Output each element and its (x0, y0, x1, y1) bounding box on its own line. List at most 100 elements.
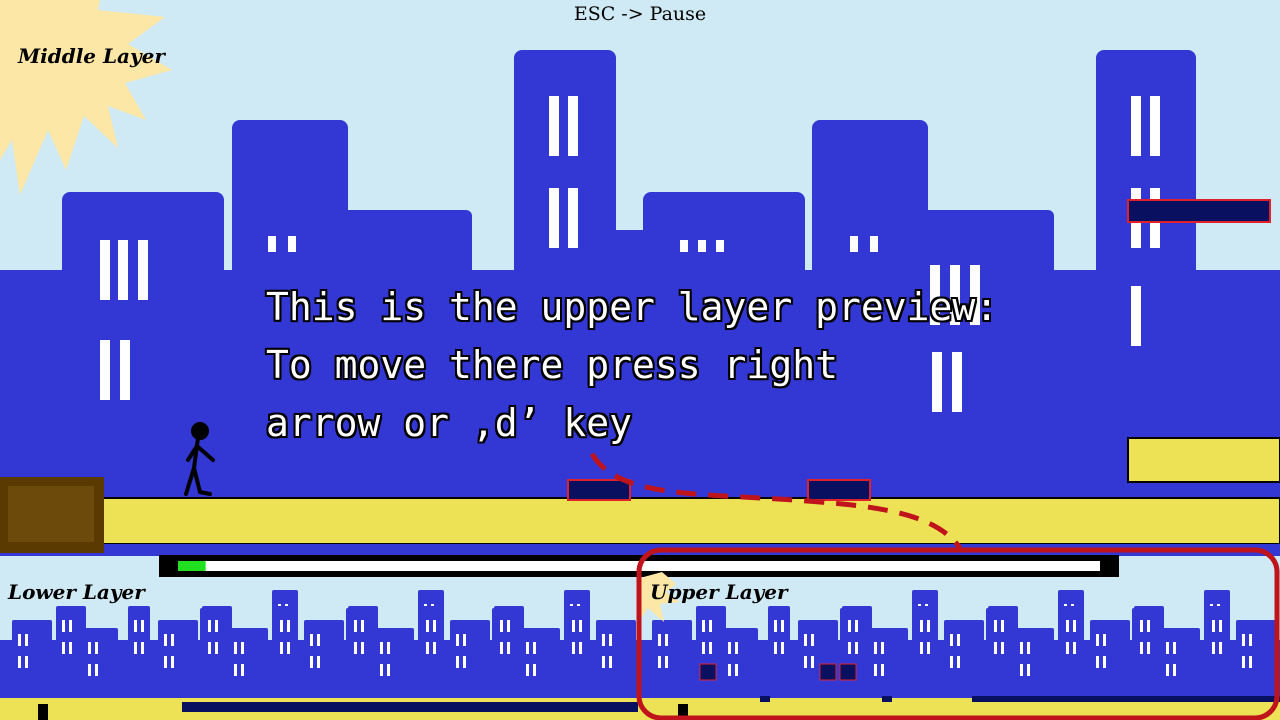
ground-strip (0, 497, 1280, 545)
upper-preview-window (1249, 656, 1252, 668)
upper-preview-window (728, 642, 731, 654)
lower-preview-window (500, 620, 503, 632)
lower-preview-window (579, 620, 582, 632)
lower-preview-window (134, 642, 137, 654)
upper-preview-window (728, 664, 731, 676)
lower-preview-window (609, 634, 612, 646)
lower-preview-window (500, 642, 503, 654)
upper-preview-platform (972, 696, 1280, 702)
upper-preview-window (735, 664, 738, 676)
upper-preview-window (804, 656, 807, 668)
upper-preview-window (1073, 642, 1076, 654)
lower-preview-building (420, 606, 442, 698)
upper-preview-window (1066, 620, 1069, 632)
upper-preview-building (1014, 628, 1050, 698)
upper-preview-window (1173, 642, 1176, 654)
pause-hint: ESC -> Pause (573, 3, 707, 25)
upper-preview-block-1 (699, 663, 717, 681)
lower-preview-building (374, 628, 410, 698)
lower-preview-window (88, 642, 91, 654)
lower-layer-label: Lower Layer (8, 580, 145, 604)
upper-preview-window (774, 642, 777, 654)
middle-layer-label: Middle Layer (18, 44, 165, 68)
ground-block-2 (807, 479, 871, 501)
lower-preview-window (456, 634, 459, 646)
upper-preview-window (848, 642, 851, 654)
lower-preview-window (18, 656, 21, 668)
upper-preview-building (1060, 606, 1082, 698)
lower-preview-window (95, 642, 98, 654)
upper-preview-window (950, 634, 953, 646)
upper-preview-window (1096, 634, 1099, 646)
lower-preview-window (141, 642, 144, 654)
lower-preview-window (69, 620, 72, 632)
lower-preview-player-marker (38, 704, 48, 720)
upper-preview-window (920, 620, 923, 632)
upper-preview-window (665, 634, 668, 646)
lower-preview-window (95, 664, 98, 676)
lower-preview-building (566, 606, 588, 698)
lower-preview-window (208, 620, 211, 632)
upper-preview-window (874, 642, 877, 654)
lower-preview-window (69, 642, 72, 654)
lower-preview-window (572, 642, 575, 654)
upper-preview-window (1140, 620, 1143, 632)
lower-preview-window (18, 634, 21, 646)
upper-preview-window (920, 642, 923, 654)
upper-preview-window (811, 656, 814, 668)
upper-preview-window (702, 642, 705, 654)
lower-preview-window (62, 642, 65, 654)
lower-preview-window (62, 620, 65, 632)
upper-preview-block-a (760, 696, 770, 702)
lower-preview-window (361, 642, 364, 654)
lower-preview-window (526, 642, 529, 654)
lower-preview-window (426, 642, 429, 654)
upper-preview-window (1212, 620, 1215, 632)
upper-preview-building (1206, 606, 1228, 698)
lower-preview-window (241, 664, 244, 676)
upper-preview-window (774, 620, 777, 632)
lower-preview-window (287, 642, 290, 654)
upper-preview-window (1249, 634, 1252, 646)
upper-preview-window (881, 664, 884, 676)
tutorial-line-2: To move there press right (266, 343, 838, 387)
lower-preview-building (128, 606, 150, 698)
lower-preview-window (25, 634, 28, 646)
crate-inner (8, 486, 94, 542)
upper-preview-window (1103, 656, 1106, 668)
upper-preview-window (709, 620, 712, 632)
upper-preview-window (927, 642, 930, 654)
lower-preview-window (287, 620, 290, 632)
upper-preview-window (1020, 664, 1023, 676)
upper-preview-window (848, 620, 851, 632)
lower-preview-window (280, 620, 283, 632)
upper-preview-window (1242, 634, 1245, 646)
lower-preview-window (134, 620, 137, 632)
lower-preview-building (520, 628, 556, 698)
lower-preview-window (171, 634, 174, 646)
lower-preview-window (280, 642, 283, 654)
ground-block-1 (567, 479, 631, 501)
lower-preview-window (234, 664, 237, 676)
lower-preview-window (507, 620, 510, 632)
lower-preview-window (215, 642, 218, 654)
lower-preview-window (380, 664, 383, 676)
upper-preview-window (1166, 642, 1169, 654)
upper-preview-window (1073, 620, 1076, 632)
upper-preview-window (855, 620, 858, 632)
upper-preview-window (1066, 642, 1069, 654)
upper-preview-window (658, 656, 661, 668)
upper-preview-window (1212, 642, 1215, 654)
upper-preview-window (781, 620, 784, 632)
upper-preview-window (1166, 664, 1169, 676)
lower-preview-window (208, 642, 211, 654)
upper-preview-block-2 (819, 663, 837, 681)
upper-preview-window (994, 620, 997, 632)
upper-preview-window (658, 634, 661, 646)
upper-preview-window (1027, 642, 1030, 654)
upper-preview-window (927, 620, 930, 632)
lower-preview-window (387, 664, 390, 676)
upper-preview-window (874, 664, 877, 676)
lower-preview-window (215, 620, 218, 632)
lower-preview-window (463, 634, 466, 646)
